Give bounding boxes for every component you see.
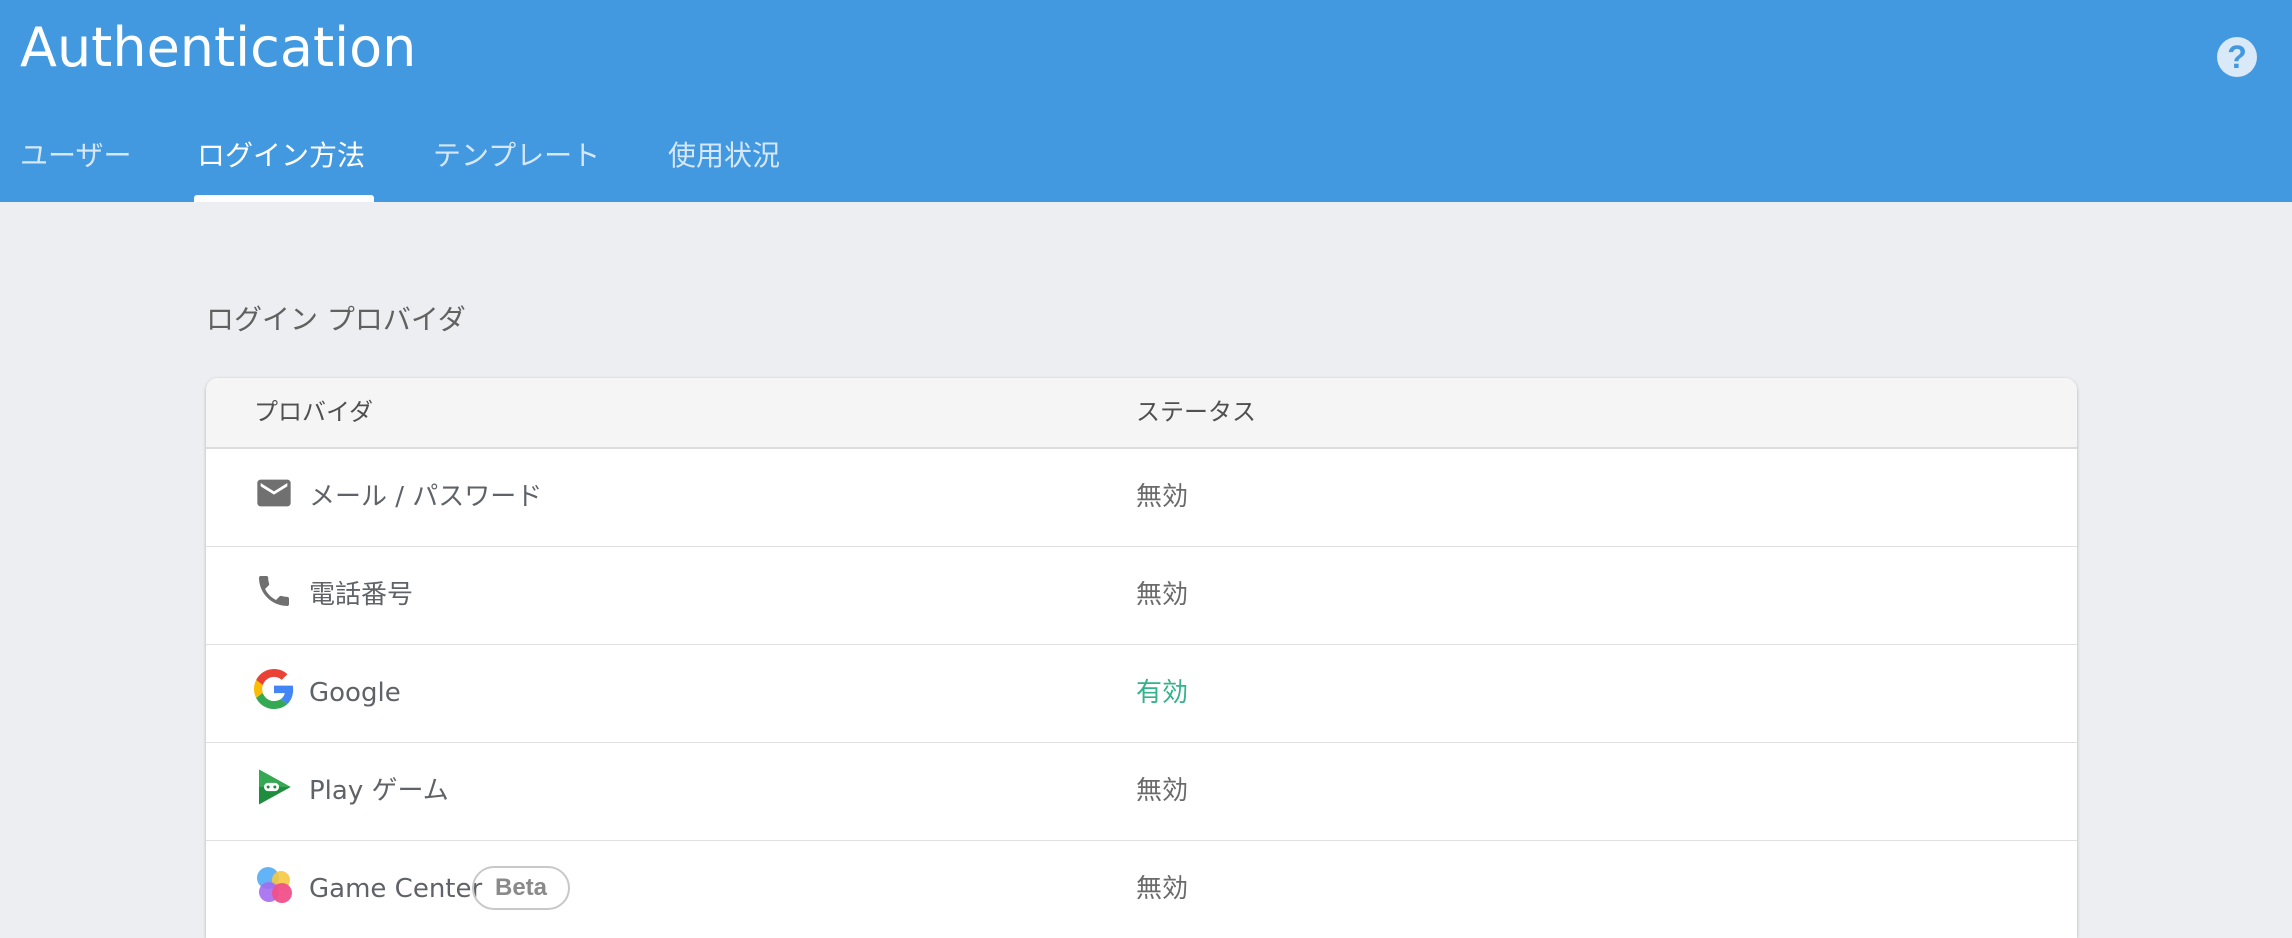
email-icon bbox=[257, 479, 291, 507]
google-icon bbox=[254, 669, 294, 709]
provider-status: 無効 bbox=[1136, 482, 1189, 512]
provider-status: 有効 bbox=[1136, 678, 1189, 708]
phone-icon bbox=[259, 576, 289, 606]
play-games-icon bbox=[259, 769, 291, 805]
provider-label: Play ゲーム bbox=[309, 776, 449, 806]
active-tab-indicator bbox=[194, 195, 374, 202]
column-header-provider: プロバイダ bbox=[254, 398, 374, 426]
provider-row-email[interactable]: メール / パスワード 無効 bbox=[206, 449, 2077, 547]
tab-usage[interactable]: 使用状況 bbox=[668, 136, 780, 176]
providers-table: プロバイダ ステータス メール / パスワード 無効 電話番号 無効 Googl… bbox=[206, 378, 2077, 938]
tab-sign-in-method[interactable]: ログイン方法 bbox=[197, 136, 365, 176]
provider-label: 電話番号 bbox=[309, 580, 414, 610]
provider-label: メール / パスワード bbox=[309, 482, 543, 512]
provider-row-play-games[interactable]: Play ゲーム 無効 bbox=[206, 743, 2077, 841]
provider-label: Game Center bbox=[309, 874, 483, 904]
provider-status: 無効 bbox=[1136, 580, 1189, 610]
tab-templates[interactable]: テンプレート bbox=[433, 136, 600, 176]
beta-badge: Beta bbox=[472, 866, 570, 910]
app-header: Authentication ? ユーザー ログイン方法 テンプレート 使用状況 bbox=[0, 0, 2292, 202]
column-header-status: ステータス bbox=[1136, 398, 1256, 426]
game-center-icon bbox=[257, 867, 292, 903]
section-title: ログイン プロバイダ bbox=[206, 303, 466, 336]
table-header: プロバイダ ステータス bbox=[206, 378, 2077, 449]
provider-row-game-center[interactable]: Game Center Beta 無効 bbox=[206, 841, 2077, 938]
provider-label: Google bbox=[309, 678, 401, 708]
provider-row-phone[interactable]: 電話番号 無効 bbox=[206, 547, 2077, 645]
tab-users[interactable]: ユーザー bbox=[20, 136, 131, 176]
help-circle-icon[interactable]: ? bbox=[2217, 37, 2257, 77]
provider-status: 無効 bbox=[1136, 776, 1189, 806]
page-title: Authentication bbox=[20, 16, 417, 79]
provider-row-google[interactable]: Google 有効 bbox=[206, 645, 2077, 743]
provider-status: 無効 bbox=[1136, 874, 1189, 904]
